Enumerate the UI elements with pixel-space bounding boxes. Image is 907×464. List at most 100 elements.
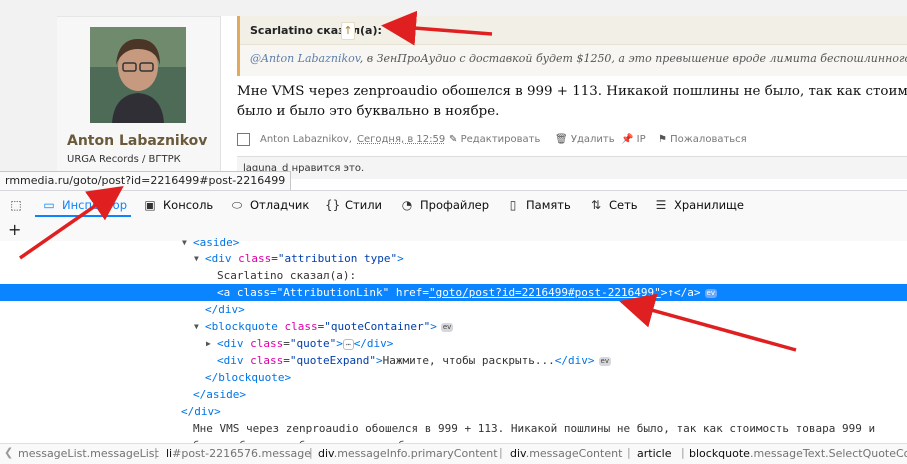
flag-icon: ⚑ bbox=[658, 134, 667, 145]
quote-expand-text-node: Нажмите, чтобы раскрыть... bbox=[382, 354, 555, 367]
breadcrumb-item[interactable]: div.messageContent bbox=[510, 447, 622, 460]
markup-line-quote-expand[interactable]: <div class="quoteExpand">Нажмите, чтобы … bbox=[0, 352, 907, 369]
blockquote-open-tag: <blockquote bbox=[205, 320, 278, 333]
breadcrumb-scroll-left-icon[interactable]: ❮ bbox=[4, 446, 13, 459]
tab-profiler[interactable]: ◔ Профайлер bbox=[400, 191, 489, 219]
avatar-photo bbox=[90, 27, 186, 123]
username[interactable]: Anton Labaznikov bbox=[67, 133, 217, 149]
delete-label: Удалить bbox=[570, 134, 615, 145]
quote-container-class-value: "quoteContainer" bbox=[324, 320, 431, 333]
quote-author: Scarlatino сказал(а): bbox=[250, 24, 382, 37]
post-body: Мне VMS через zenproaudio обошелся в 999… bbox=[237, 82, 907, 122]
class-attr: class bbox=[236, 286, 270, 299]
markup-line-attribution[interactable]: ▼ <div class="attribution type"> bbox=[0, 250, 907, 267]
href-value[interactable]: "goto/post?id=2216499#post-2216499" bbox=[429, 286, 661, 299]
tag-end: > bbox=[336, 337, 343, 350]
console-icon: ▣ bbox=[144, 198, 156, 212]
twisty-icon[interactable]: ▼ bbox=[194, 250, 199, 267]
event-badge[interactable]: ev bbox=[704, 288, 717, 298]
tab-styles[interactable]: {} Стили bbox=[325, 191, 382, 219]
delete-button[interactable]: 🗑 Удалить bbox=[555, 134, 615, 145]
meta-author[interactable]: Anton Labaznikov, bbox=[260, 134, 352, 145]
avatar[interactable] bbox=[90, 27, 186, 123]
markup-line-aside-close[interactable]: </aside> bbox=[0, 386, 907, 403]
breadcrumb-item[interactable]: article bbox=[637, 447, 672, 460]
memory-icon: ▯ bbox=[509, 198, 517, 212]
tab-storage[interactable]: ☰ Хранилище bbox=[654, 191, 744, 219]
meta-date[interactable]: Сегодня, в 12:59 bbox=[357, 134, 445, 145]
markup-line-selected-link[interactable]: <a class="AttributionLink" href="goto/po… bbox=[0, 284, 907, 301]
inspector-icon: ▭ bbox=[43, 198, 55, 212]
breadcrumb-separator: | bbox=[499, 446, 503, 459]
forum-page: Anton Labaznikov URGA Records / ВГТРК Sc… bbox=[0, 0, 907, 189]
breadcrumb-separator: | bbox=[154, 446, 158, 459]
attribution-link-class-value: "AttributionLink" bbox=[276, 286, 390, 299]
edit-button[interactable]: ✎ Редактировать bbox=[449, 134, 540, 145]
quote-box: Scarlatino сказал(а): ↑ @Anton Labazniko… bbox=[237, 16, 907, 76]
tab-label: Хранилище bbox=[674, 198, 744, 212]
markup-line-text-1[interactable]: Мне VMS через zenproaudio обошелся в 999… bbox=[0, 420, 907, 437]
markup-line-div-close[interactable]: </div> bbox=[0, 301, 907, 318]
element-picker-button[interactable]: ⬚ bbox=[6, 191, 26, 219]
a-open-tag: <a bbox=[217, 286, 231, 299]
post-line-1: Мне VMS через zenproaudio обошелся в 999… bbox=[237, 84, 907, 99]
tab-memory[interactable]: ▯ Память bbox=[506, 191, 571, 219]
markup-line-div-close-outer[interactable]: </div> bbox=[0, 403, 907, 420]
markup-line-blockquote-close[interactable]: </blockquote> bbox=[0, 369, 907, 386]
breadcrumb-separator: | bbox=[627, 446, 631, 459]
collapsed-content-icon[interactable]: ⋯ bbox=[342, 338, 354, 350]
markup-line-blockquote[interactable]: ▼ <blockquote class="quoteContainer"> ev bbox=[0, 318, 907, 335]
debugger-icon: ⬭ bbox=[231, 197, 243, 212]
ip-button[interactable]: 📌 IP bbox=[621, 134, 646, 145]
breadcrumb-item[interactable]: messageList.messageList bbox=[18, 447, 159, 460]
tag-end: > bbox=[430, 320, 437, 333]
select-post-checkbox[interactable] bbox=[237, 133, 250, 146]
report-label: Пожаловаться bbox=[670, 134, 747, 145]
class-attr: class bbox=[284, 320, 318, 333]
quote-class-value: "quote" bbox=[289, 337, 337, 350]
post-line-2: было и было это буквально в ноябре. bbox=[237, 104, 500, 119]
breadcrumb-item-selected[interactable]: blockquote.messageText.SelectQuoteCont bbox=[689, 447, 907, 460]
tab-label: Инспектор bbox=[62, 198, 128, 212]
div-open-tag: <div bbox=[217, 337, 244, 350]
tab-network[interactable]: ⇅ Сеть bbox=[589, 191, 638, 219]
twisty-icon[interactable]: ▼ bbox=[194, 318, 199, 335]
post: Scarlatino сказал(а): ↑ @Anton Labazniko… bbox=[221, 16, 907, 189]
twisty-icon[interactable]: ▼ bbox=[182, 234, 187, 251]
quote-text: @Anton Labaznikov, в ЗенПроАудио с доста… bbox=[250, 52, 907, 65]
tab-debugger[interactable]: ⬭ Отладчик bbox=[230, 191, 309, 219]
status-url-tooltip: rmmedia.ru/goto/post?id=2216499#post-221… bbox=[0, 171, 292, 192]
div-close-tag: </div> bbox=[554, 354, 595, 367]
breadcrumb-item[interactable]: li#post-2216576.message bbox=[166, 447, 311, 460]
markup-line-aside-open[interactable]: ▼ <aside> bbox=[0, 234, 907, 251]
tab-console[interactable]: ▣ Консоль bbox=[143, 191, 213, 219]
div-close-tag: </div> bbox=[181, 405, 221, 418]
edit-label: Редактировать bbox=[460, 134, 541, 145]
devtools-toolbar: ⬚ ▭ Инспектор ▣ Консоль ⬭ Отладчик {} Стили … bbox=[0, 190, 907, 220]
breadcrumb-item[interactable]: div.messageInfo.primaryContent bbox=[318, 447, 498, 460]
quote-mention[interactable]: @Anton Labaznikov bbox=[250, 52, 360, 65]
twisty-collapsed-icon[interactable]: ▶ bbox=[206, 335, 211, 352]
report-button[interactable]: ⚑ Пожаловаться bbox=[658, 134, 747, 145]
markup-line-quote[interactable]: ▶ <div class="quote"> ⋯ </div> bbox=[0, 335, 907, 352]
href-attr: href bbox=[395, 286, 423, 299]
post-meta: Anton Labaznikov, Сегодня, в 12:59 ✎ Ред… bbox=[237, 132, 907, 150]
breadcrumb: ❮ messageList.messageList | li#post-2216… bbox=[0, 443, 907, 464]
tag-end: > bbox=[375, 354, 383, 367]
trash-icon: 🗑 bbox=[555, 134, 568, 145]
tab-label: Стили bbox=[345, 198, 383, 212]
storage-icon: ☰ bbox=[655, 198, 667, 212]
markup-line-attribution-text[interactable]: Scarlatino сказал(а): bbox=[0, 267, 907, 284]
styles-icon: {} bbox=[325, 198, 341, 212]
active-tab-indicator bbox=[35, 215, 131, 217]
markup-view: ▼ <aside> ▼ <div class="attribution type… bbox=[0, 236, 907, 452]
event-badge[interactable]: ev bbox=[440, 322, 454, 332]
event-badge[interactable]: ev bbox=[598, 356, 611, 366]
ip-label: IP bbox=[636, 134, 646, 145]
attribution-link-icon[interactable]: ↑ bbox=[341, 22, 355, 40]
div-open-tag: <div bbox=[205, 252, 232, 265]
tab-label: Консоль bbox=[163, 198, 214, 212]
meta-author-label: Anton Labaznikov bbox=[260, 134, 349, 145]
user-title: URGA Records / ВГТРК bbox=[67, 154, 181, 165]
element-picker-icon: ⬚ bbox=[10, 198, 22, 212]
